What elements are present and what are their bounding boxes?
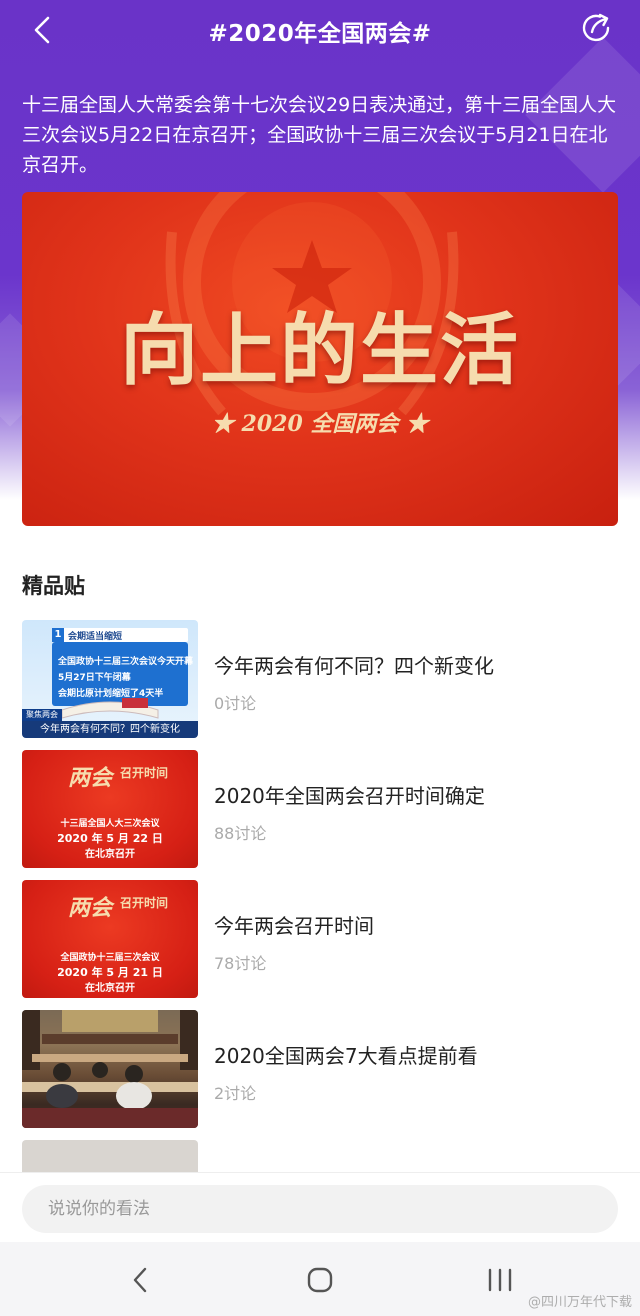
share-icon — [582, 13, 610, 42]
thumb-tag: 聚焦两会 — [22, 709, 62, 721]
page: #2020年全国两会# 十三届全国人大常委会第十七次会议29日表决通过，第十三届… — [0, 0, 640, 1316]
top-bar: #2020年全国两会# — [0, 0, 640, 60]
home-icon — [307, 1267, 333, 1293]
watermark: @四川万年代下载 — [527, 1295, 632, 1310]
comment-bar: 说说你的看法 — [0, 1172, 640, 1242]
recents-icon — [488, 1268, 512, 1292]
post-thumbnail — [22, 1010, 198, 1128]
list-item[interactable]: 两会 召开时间 十三届全国人大三次会议 2020 年 5 月 22 日 在北京召… — [22, 750, 622, 868]
post-comment-count: 0讨论 — [214, 694, 257, 713]
post-title: 今年两会有何不同？四个新变化 — [214, 654, 494, 678]
post-comment-count: 2讨论 — [214, 1084, 257, 1103]
post-comment-count: 88讨论 — [214, 824, 267, 843]
post-title: 2020全国两会7大看点提前看 — [214, 1044, 478, 1068]
thumb-line: 全国政协十三届三次会议今天开幕 — [58, 657, 194, 667]
topic-banner[interactable]: 向上的生活 ★ 2020 全国两会 ★ — [22, 192, 618, 526]
post-comment-count: 78讨论 — [214, 954, 267, 973]
thumb-heading: 召开时间 — [120, 766, 169, 780]
thumb-line: 在北京召开 — [85, 983, 135, 994]
banner-title: 向上的生活 — [119, 305, 520, 396]
thumb-heading: 召开时间 — [120, 896, 169, 910]
comment-input[interactable]: 说说你的看法 — [22, 1185, 618, 1233]
nav-recents-button[interactable] — [480, 1262, 520, 1298]
thumb-number: 1 — [52, 628, 64, 642]
thumb-header: 会期适当缩短 — [68, 632, 123, 642]
thumb-line: 在北京召开 — [85, 849, 135, 860]
topic-description: 十三届全国人大常委会第十七次会议29日表决通过，第十三届全国人大三次会议5月22… — [22, 94, 617, 176]
share-button[interactable] — [578, 10, 614, 46]
thumb-logo: 两会 — [68, 765, 113, 791]
post-thumbnail: 1 会期适当缩短 全国政协十三届三次会议今天开幕 5月27日下午闭幕 会期比原计… — [22, 620, 198, 738]
post-thumbnail: 两会 召开时间 全国政协十三届三次会议 2020 年 5 月 21 日 在北京召… — [22, 880, 198, 998]
list-item[interactable]: 1 会期适当缩短 全国政协十三届三次会议今天开幕 5月27日下午闭幕 会期比原计… — [22, 620, 622, 738]
thumb-line: 2020 年 5 月 22 日 — [57, 832, 163, 845]
thumb-line: 全国政协十三届三次会议 — [60, 953, 160, 963]
post-title: 2020年全国两会召开时间确定 — [214, 784, 485, 808]
back-icon — [133, 1267, 147, 1293]
thumb-line: 2020 年 5 月 21 日 — [57, 966, 163, 979]
list-item[interactable]: 两会 召开时间 全国政协十三届三次会议 2020 年 5 月 21 日 在北京召… — [22, 880, 622, 998]
system-nav-bar: @四川万年代下载 — [0, 1242, 640, 1316]
section-title: 精品贴 — [22, 574, 85, 598]
thumb-line: 5月27日下午闭幕 — [58, 673, 131, 683]
post-title: 今年两会召开时间 — [214, 914, 374, 938]
meeting-photo — [22, 1010, 198, 1128]
list-item[interactable]: 2020全国两会7大看点提前看 2讨论 — [22, 1010, 622, 1128]
thumb-line: 十三届全国人大三次会议 — [60, 819, 160, 829]
banner-subtitle: ★ 2020 全国两会 ★ — [211, 411, 429, 437]
nav-home-button[interactable] — [300, 1262, 340, 1298]
page-title: #2020年全国两会# — [208, 21, 432, 47]
nav-back-button[interactable] — [120, 1262, 160, 1298]
thumb-caption: 今年两会有何不同？四个新变化 — [22, 721, 198, 738]
post-thumbnail: 两会 召开时间 十三届全国人大三次会议 2020 年 5 月 22 日 在北京召… — [22, 750, 198, 868]
thumb-logo: 两会 — [68, 895, 113, 921]
